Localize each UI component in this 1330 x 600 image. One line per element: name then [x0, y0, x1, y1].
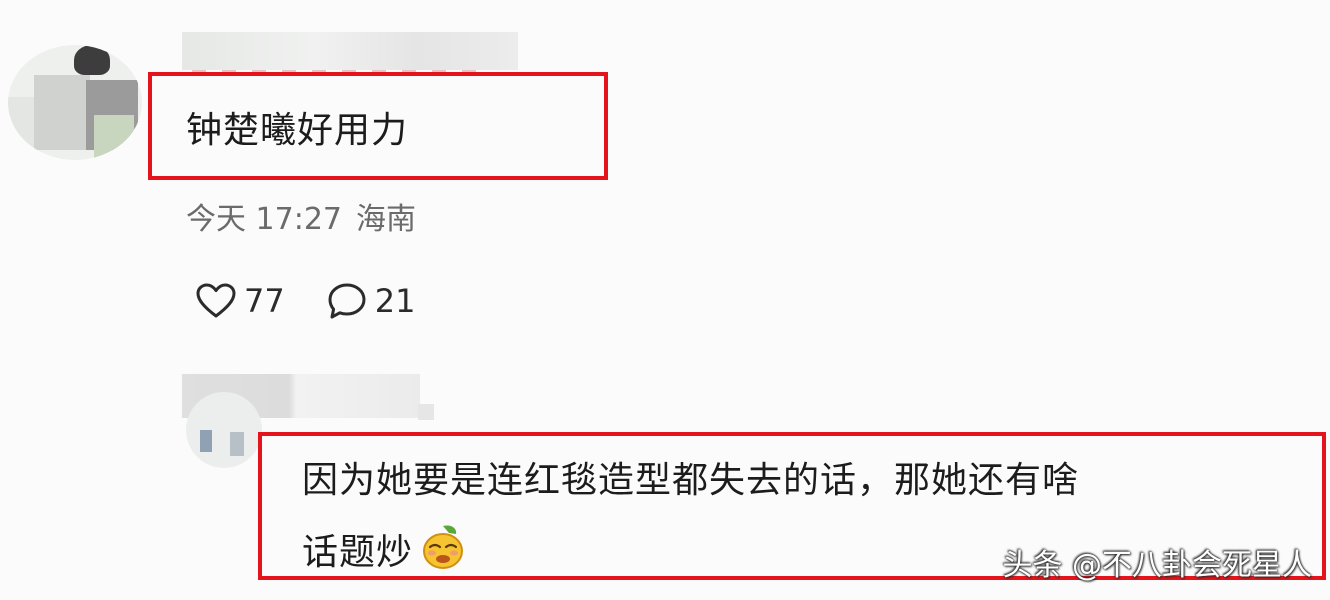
comment-thread: 钟楚曦好用力 今天 17:27 海南 77 21 因为她要是连红毯造型都失去的话…	[0, 0, 1330, 600]
comment-time: 今天 17:27	[186, 202, 342, 237]
comment-bubble-icon	[327, 282, 367, 320]
reply-button[interactable]: 21	[327, 279, 416, 323]
comment-location: 海南	[356, 202, 416, 237]
comment-text-line2: 话题炒	[302, 532, 414, 573]
avatar[interactable]	[8, 45, 142, 160]
like-count: 77	[244, 282, 285, 320]
comment-actions: 77 21	[196, 278, 457, 324]
comment-text: 因为她要是连红毯造型都失去的话，那她还有啥	[302, 460, 1080, 501]
speechless-face-emoji-icon	[421, 522, 465, 583]
avatar[interactable]	[186, 392, 262, 468]
comment-text: 话题炒	[302, 522, 465, 583]
like-button[interactable]: 77	[196, 279, 285, 323]
comment-text: 钟楚曦好用力	[186, 110, 409, 151]
heart-icon	[196, 283, 236, 319]
reply-count: 21	[374, 282, 416, 320]
username-redacted[interactable]	[182, 32, 518, 76]
watermark: 头条 @不八卦会死星人	[1002, 548, 1312, 583]
comment-meta: 今天 17:27 海南	[186, 200, 430, 240]
